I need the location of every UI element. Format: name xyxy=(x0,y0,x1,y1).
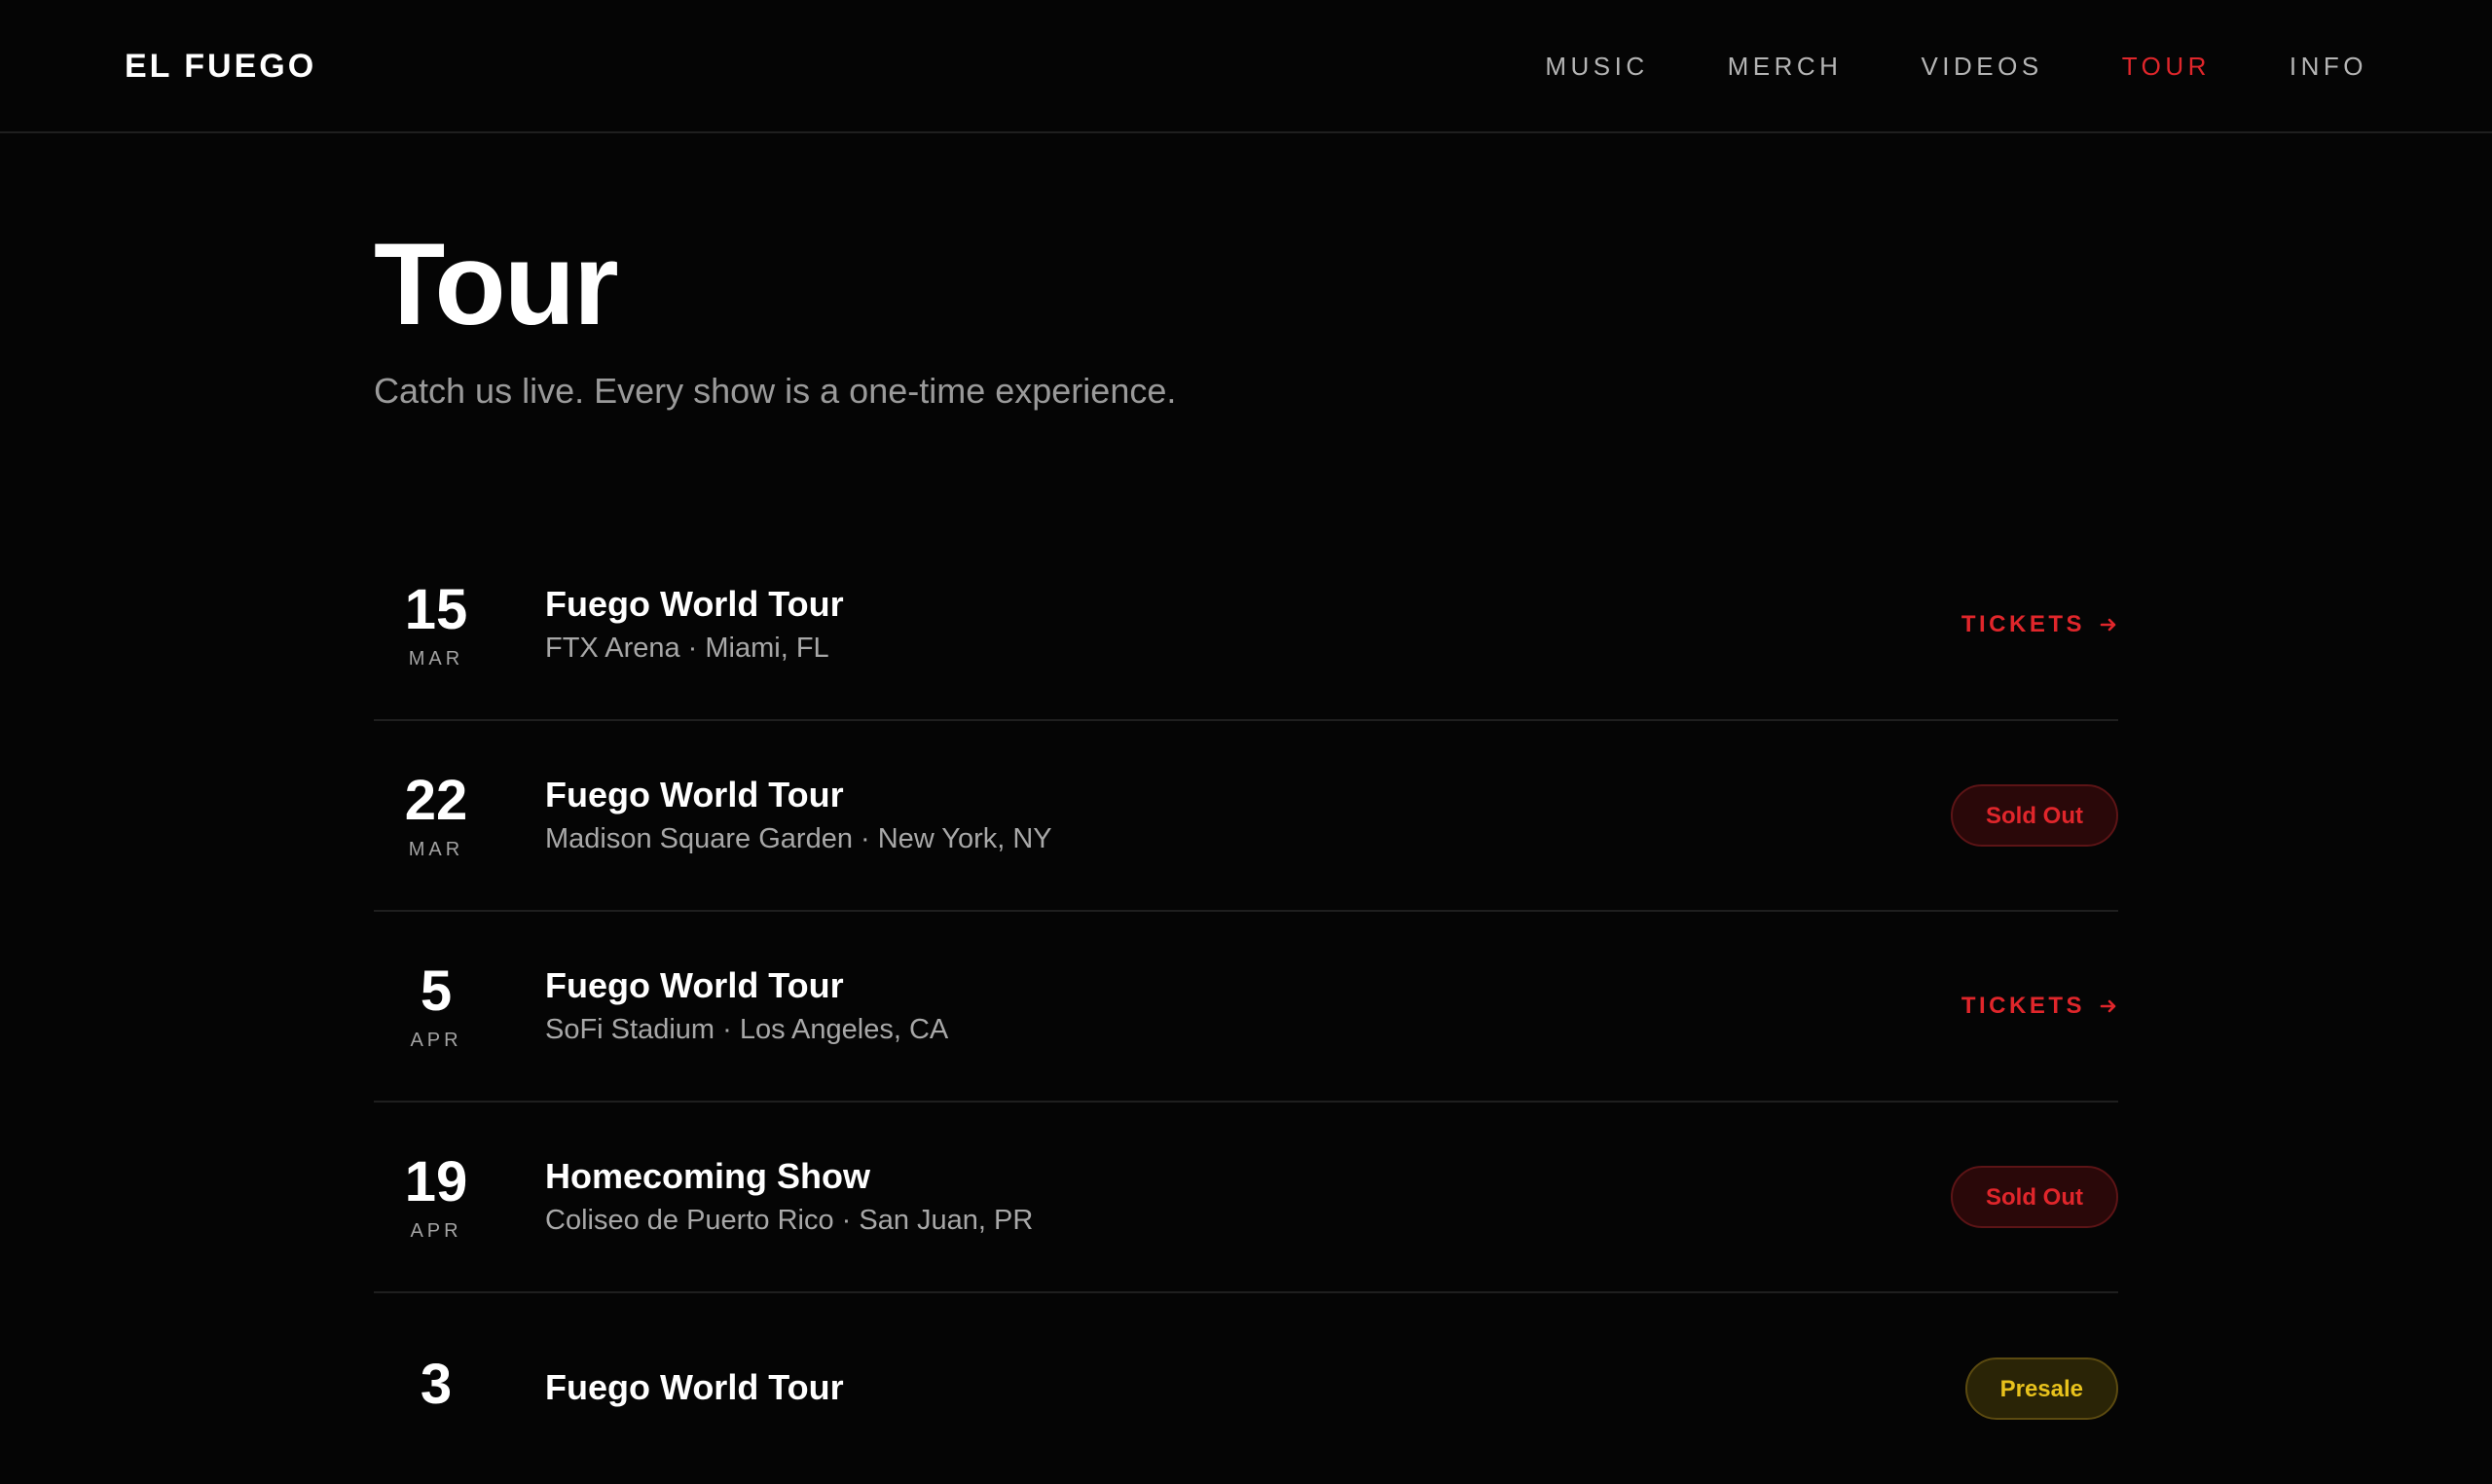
show-action: Presale xyxy=(1964,1357,2118,1420)
nav-link-tour[interactable]: TOUR xyxy=(2122,52,2211,82)
show-info: Homecoming Show Coliseo de Puerto Rico · … xyxy=(545,1154,1951,1240)
show-date: 19 APR xyxy=(374,1149,498,1243)
show-row: 19 APR Homecoming Show Coliseo de Puerto Ri… xyxy=(374,1103,2118,1293)
page-subtitle: Catch us live. Every show is a one-time … xyxy=(374,371,1177,411)
show-row: 22 MAR Fuego World Tour Madison Square Gard… xyxy=(374,721,2118,912)
show-row: 5 APR Fuego World Tour SoFi Stadium · Los A… xyxy=(374,912,2118,1103)
show-row: 3 Fuego World Tour Presale xyxy=(374,1293,2118,1484)
show-title: Fuego World Tour xyxy=(545,775,844,814)
arrow-right-icon xyxy=(2100,999,2116,1013)
tickets-label: TICKETS xyxy=(1961,611,2085,637)
show-date-month: MAR xyxy=(408,838,464,860)
show-date: 22 MAR xyxy=(374,768,498,861)
page-title: Tour xyxy=(374,219,619,349)
show-venue: FTX Arena · Miami, FL xyxy=(545,633,829,664)
show-info: Fuego World Tour Madison Square Garden · … xyxy=(545,773,1951,858)
show-info: Fuego World Tour SoFi Stadium · Los Angel… xyxy=(545,963,1961,1049)
show-date-month: APR xyxy=(410,1029,462,1051)
nav-link-videos[interactable]: VIDEOS xyxy=(1921,52,2042,82)
show-title: Fuego World Tour xyxy=(545,965,844,1005)
show-venue: Coliseo de Puerto Rico · San Juan, PR xyxy=(545,1205,1034,1236)
show-action: Sold Out xyxy=(1951,784,2118,847)
show-date-day: 22 xyxy=(404,768,468,832)
show-date-day: 15 xyxy=(404,577,468,641)
show-action: Sold Out xyxy=(1951,1166,2118,1228)
show-date-month: MAR xyxy=(408,647,464,670)
show-title: Homecoming Show xyxy=(545,1156,871,1196)
show-date-month: APR xyxy=(410,1219,462,1242)
show-date: 15 MAR xyxy=(374,577,498,670)
show-list: 15 MAR Fuego World Tour FTX Arena · Miami, … xyxy=(374,530,2118,1484)
arrow-right-icon xyxy=(2100,618,2116,632)
site-header: EL FUEGO MUSIC MERCH VIDEOS TOUR INFO xyxy=(0,0,2492,133)
show-action: TICKETS xyxy=(1961,993,2118,1020)
main-nav: MUSIC MERCH VIDEOS TOUR INFO xyxy=(1545,45,2367,88)
show-row: 15 MAR Fuego World Tour FTX Arena · Miami, … xyxy=(374,530,2118,721)
show-venue: Madison Square Garden · New York, NY xyxy=(545,823,1052,854)
show-title: Fuego World Tour xyxy=(545,1367,844,1407)
show-date: 5 APR xyxy=(374,959,498,1052)
show-date: 3 xyxy=(374,1355,498,1423)
nav-link-info[interactable]: INFO xyxy=(2290,52,2367,82)
show-title: Fuego World Tour xyxy=(545,584,844,624)
sold-out-badge: Sold Out xyxy=(1951,784,2118,847)
show-date-day: 3 xyxy=(420,1353,453,1416)
show-action: TICKETS xyxy=(1961,611,2118,638)
nav-link-music[interactable]: MUSIC xyxy=(1545,52,1648,82)
tickets-link[interactable]: TICKETS xyxy=(1961,611,2118,638)
sold-out-badge: Sold Out xyxy=(1951,1166,2118,1228)
site-logo[interactable]: EL FUEGO xyxy=(125,45,316,88)
tickets-link[interactable]: TICKETS xyxy=(1961,993,2118,1020)
show-date-day: 5 xyxy=(420,959,453,1023)
nav-link-merch[interactable]: MERCH xyxy=(1728,52,1843,82)
show-date-day: 19 xyxy=(404,1149,468,1213)
tickets-label: TICKETS xyxy=(1961,993,2085,1019)
presale-badge[interactable]: Presale xyxy=(1964,1357,2118,1420)
show-info: Fuego World Tour xyxy=(545,1365,1965,1412)
show-info: Fuego World Tour FTX Arena · Miami, FL xyxy=(545,582,1961,668)
show-venue: SoFi Stadium · Los Angeles, CA xyxy=(545,1014,949,1045)
